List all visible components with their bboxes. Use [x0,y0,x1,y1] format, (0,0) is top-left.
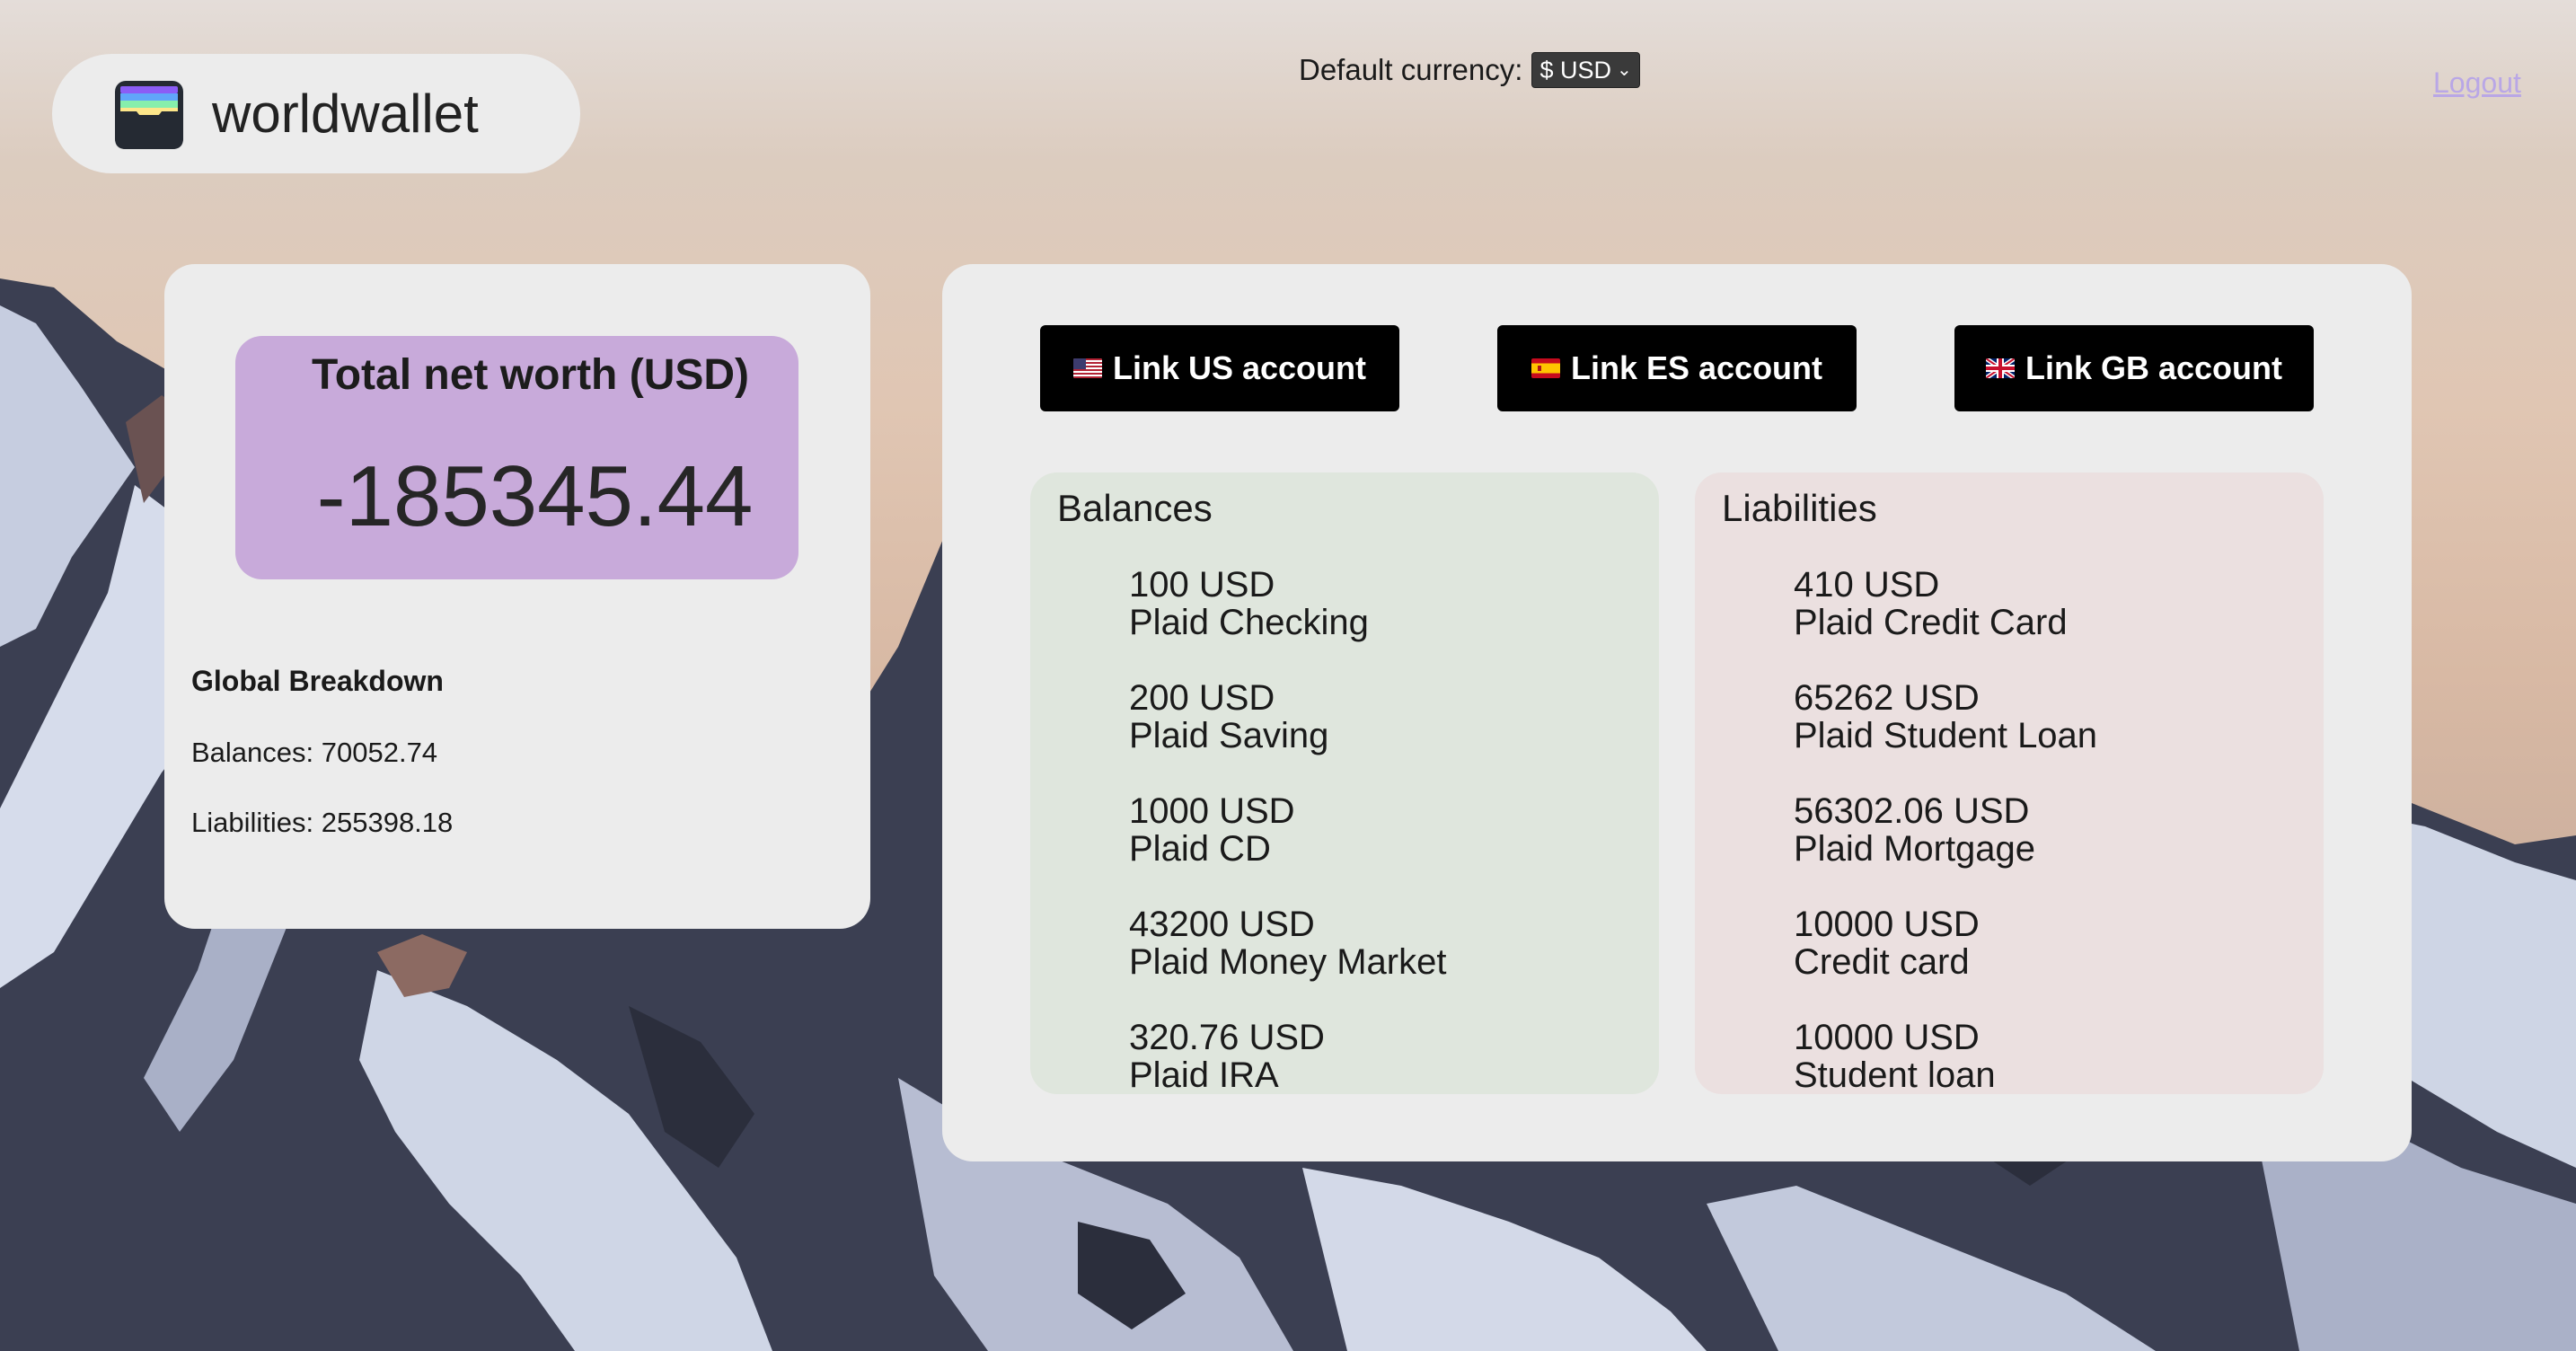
liability-amount: 10000 USD [1794,905,1980,944]
list-item: 56302.06 USD Plaid Mortgage [1794,792,2035,868]
liability-amount: 10000 USD [1794,1018,1980,1057]
list-item: 200 USD Plaid Saving [1129,679,1328,755]
liability-account-name: Student loan [1794,1055,1996,1094]
net-worth-box: Total net worth (USD) -185345.44 [235,336,798,579]
balance-amount: 100 USD [1129,565,1275,605]
us-flag-icon [1072,358,1102,378]
es-flag-icon [1531,358,1560,378]
currency-selector: Default currency: $ USD ⌄ [1299,52,1640,88]
balance-account-name: Plaid CD [1129,829,1271,869]
list-item: 320.76 USD Plaid IRA [1129,1019,1325,1094]
list-item: 410 USD Plaid Credit Card [1794,566,2068,641]
liability-account-name: Plaid Student Loan [1794,716,2098,755]
list-item: 43200 USD Plaid Money Market [1129,905,1446,981]
liability-amount: 410 USD [1794,565,1940,605]
link-gb-account-label: Link GB account [2025,349,2283,386]
balance-account-name: Plaid Saving [1129,716,1329,755]
balance-account-name: Plaid IRA [1129,1055,1279,1094]
liability-account-name: Credit card [1794,942,1970,982]
app-logo[interactable]: worldwallet [52,54,580,173]
liabilities-total: Liabilities: 255398.18 [191,807,454,838]
chevron-down-icon: ⌄ [1616,60,1632,80]
link-us-account-label: Link US account [1112,349,1367,386]
list-item: 10000 USD Student loan [1794,1019,1996,1094]
gb-flag-icon [1985,358,2015,378]
link-us-account-button[interactable]: Link US account [1040,325,1399,411]
balance-amount: 1000 USD [1129,791,1295,831]
wallet-icon [115,81,183,149]
balances-title: Balances [1057,487,1213,529]
balance-account-name: Plaid Checking [1129,603,1369,642]
logout-link[interactable]: Logout [2433,66,2521,100]
balances-total: Balances: 70052.74 [191,737,438,768]
currency-select[interactable]: $ USD ⌄ [1531,52,1640,88]
currency-selected-value: $ USD [1539,57,1611,84]
list-item: 100 USD Plaid Checking [1129,566,1369,641]
liability-amount: 56302.06 USD [1794,791,2030,831]
list-item: 1000 USD Plaid CD [1129,792,1295,868]
link-es-account-label: Link ES account [1570,349,1823,386]
list-item: 65262 USD Plaid Student Loan [1794,679,2097,755]
list-item: 10000 USD Credit card [1794,905,1980,981]
net-worth-title: Total net worth (USD) [311,351,750,399]
liability-account-name: Plaid Mortgage [1794,829,2036,869]
balances-panel: Balances 100 USD Plaid Checking 200 USD … [1030,472,1659,1094]
liability-account-name: Plaid Credit Card [1794,603,2068,642]
app-name: worldwallet [212,84,479,144]
liabilities-panel: Liabilities 410 USD Plaid Credit Card 65… [1695,472,2324,1094]
balance-amount: 320.76 USD [1129,1018,1325,1057]
link-es-account-button[interactable]: Link ES account [1497,325,1857,411]
accounts-card: Link US account Link ES account Link GB … [942,264,2412,1161]
global-breakdown-title: Global Breakdown [191,665,444,697]
summary-card: Total net worth (USD) -185345.44 Global … [164,264,870,929]
liability-amount: 65262 USD [1794,678,1980,718]
balance-amount: 200 USD [1129,678,1275,718]
currency-label: Default currency: [1299,53,1523,86]
balance-account-name: Plaid Money Market [1129,942,1447,982]
link-gb-account-button[interactable]: Link GB account [1954,325,2314,411]
net-worth-value: -185345.44 [316,448,754,544]
balance-amount: 43200 USD [1129,905,1315,944]
liabilities-title: Liabilities [1722,487,1877,529]
